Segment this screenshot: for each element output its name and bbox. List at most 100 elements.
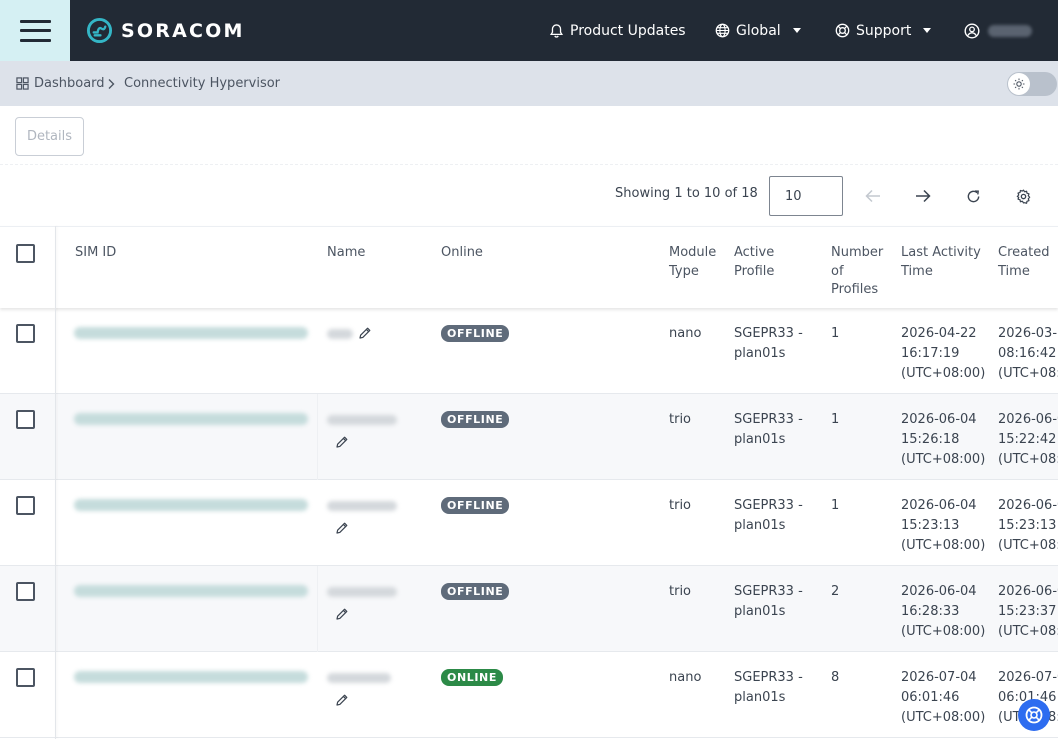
row-checkbox[interactable]	[16, 324, 35, 343]
dashboard-grid-icon	[16, 77, 29, 90]
table-row[interactable]: ONLINE nano SGEPR33 - plan01s 8 2026-07-…	[0, 652, 1058, 738]
column-header-sim-id[interactable]: SIM ID	[75, 244, 116, 263]
column-header-active-profile[interactable]: Active Profile	[734, 244, 774, 281]
details-button[interactable]: Details	[15, 117, 84, 156]
theme-toggle[interactable]	[1007, 72, 1057, 96]
column-header-number-of-profiles[interactable]: Number of Profiles	[831, 244, 883, 300]
cell-line: 2026-07-0	[998, 670, 1058, 685]
row-checkbox[interactable]	[16, 496, 35, 515]
column-header-line: Time	[998, 263, 1030, 279]
refresh-icon	[967, 189, 979, 202]
last-activity-time: 2026-06-04 15:23:13 (UTC+08:00)	[901, 496, 985, 556]
created-time: 2026-06-0 15:22:42 (UTC+08:0	[998, 410, 1058, 470]
column-header-line: Type	[669, 263, 699, 279]
column-header-created-time[interactable]: Created Time	[998, 244, 1049, 281]
status-badge: ONLINE	[441, 669, 503, 686]
column-header-last-activity-time[interactable]: Last Activity Time	[901, 244, 981, 281]
select-all-checkbox[interactable]	[16, 244, 35, 263]
cell-line: (UTC+08:00)	[901, 710, 986, 725]
sim-name-redacted	[327, 415, 397, 425]
support-menu[interactable]: Support	[835, 0, 932, 61]
cell-line: 15:26:18	[901, 432, 960, 447]
column-header-name[interactable]: Name	[327, 244, 365, 263]
column-header-line: Number	[831, 245, 884, 260]
sim-id-redacted[interactable]	[74, 499, 308, 511]
help-icon	[1025, 706, 1043, 724]
cell-line: 15:23:13	[998, 518, 1057, 533]
sun-icon	[1008, 73, 1030, 95]
table-row[interactable]: OFFLINE trio SGEPR33 - plan01s 1 2026-06…	[0, 480, 1058, 566]
row-checkbox[interactable]	[16, 582, 35, 601]
cell-line: SGEPR33 -	[734, 584, 803, 599]
rows-per-page-select[interactable]: 10	[769, 176, 843, 216]
cell-line: (UTC+08:00)	[901, 452, 986, 467]
column-header-line: Profile	[734, 263, 775, 279]
soracom-logo-icon	[86, 17, 113, 44]
table-row[interactable]: OFFLINE nano SGEPR33 - plan01s 1 2026-04…	[0, 308, 1058, 394]
sim-id-redacted[interactable]	[74, 671, 308, 683]
table-settings-button[interactable]	[1013, 186, 1033, 206]
cell-divider	[317, 566, 318, 652]
pencil-icon[interactable]	[358, 326, 372, 340]
column-header-line: Module	[669, 245, 717, 260]
user-account-menu[interactable]	[964, 0, 1032, 61]
pagination-summary: Showing 1 to 10 of 18	[615, 186, 758, 201]
soracom-logo[interactable]: SORACOM	[86, 17, 245, 44]
created-time: 2026-06-0 15:23:13 (UTC+08:0	[998, 496, 1058, 556]
column-header-module-type[interactable]: Module Type	[669, 244, 716, 281]
row-checkbox[interactable]	[16, 410, 35, 429]
chevron-right-icon	[108, 78, 115, 89]
table-row[interactable]: OFFLINE trio SGEPR33 - plan01s 1 2026-06…	[0, 394, 1058, 480]
cell-line: 2026-06-04	[901, 584, 977, 599]
pencil-icon[interactable]	[335, 607, 349, 621]
table-row[interactable]: OFFLINE trio SGEPR33 - plan01s 2 2026-06…	[0, 566, 1058, 652]
last-activity-time: 2026-06-04 16:28:33 (UTC+08:00)	[901, 582, 985, 642]
frozen-column-divider	[55, 226, 56, 739]
cell-divider	[317, 394, 318, 480]
bell-icon	[549, 23, 564, 38]
sim-id-redacted[interactable]	[74, 585, 308, 597]
number-of-profiles: 1	[831, 498, 840, 513]
sim-id-redacted[interactable]	[74, 413, 308, 425]
cell-line: 2026-07-04	[901, 670, 977, 685]
sim-id-redacted[interactable]	[74, 327, 308, 339]
brand-name: SORACOM	[121, 19, 245, 42]
last-activity-time: 2026-07-04 06:01:46 (UTC+08:00)	[901, 668, 985, 728]
arrow-right-icon	[916, 189, 931, 203]
pencil-icon[interactable]	[335, 521, 349, 535]
active-profile: SGEPR33 - plan01s	[734, 496, 803, 536]
column-header-line: Created	[998, 245, 1050, 260]
region-selector[interactable]: Global	[715, 0, 801, 61]
refresh-button[interactable]	[963, 186, 983, 206]
region-label: Global	[736, 22, 781, 39]
module-type: trio	[669, 584, 692, 599]
breadcrumb-dashboard-link[interactable]: Dashboard	[16, 61, 105, 106]
chevron-down-icon	[792, 28, 801, 33]
cell-line: (UTC+08:00)	[901, 366, 986, 381]
number-of-profiles: 1	[831, 412, 840, 427]
cell-line: plan01s	[734, 518, 786, 533]
product-updates-label: Product Updates	[570, 22, 686, 39]
column-header-online[interactable]: Online	[441, 244, 483, 263]
gear-icon	[1016, 189, 1030, 204]
cell-line: 15:23:13	[901, 518, 960, 533]
top-navigation-bar: SORACOM Product Updates Global Support	[0, 0, 1058, 61]
support-label: Support	[856, 22, 912, 39]
column-header-line: Last Activity	[901, 245, 981, 260]
cell-line: (UTC+08:0	[998, 538, 1058, 553]
cell-line: 06:01:46	[901, 690, 960, 705]
main-menu-button[interactable]	[0, 0, 70, 61]
cell-line: (UTC+08:0	[998, 452, 1058, 467]
cell-line: 15:22:42	[998, 432, 1057, 447]
product-updates-link[interactable]: Product Updates	[549, 0, 686, 61]
row-checkbox[interactable]	[16, 668, 35, 687]
created-time: 2026-06-0 15:23:37 (UTC+08:0	[998, 582, 1058, 642]
previous-page-button[interactable]	[863, 186, 883, 206]
cell-line: SGEPR33 -	[734, 498, 803, 513]
active-profile: SGEPR33 - plan01s	[734, 324, 803, 364]
help-chat-button[interactable]	[1018, 699, 1050, 731]
next-page-button[interactable]	[913, 186, 933, 206]
pencil-icon[interactable]	[335, 435, 349, 449]
cell-line: plan01s	[734, 432, 786, 447]
pencil-icon[interactable]	[335, 693, 349, 707]
